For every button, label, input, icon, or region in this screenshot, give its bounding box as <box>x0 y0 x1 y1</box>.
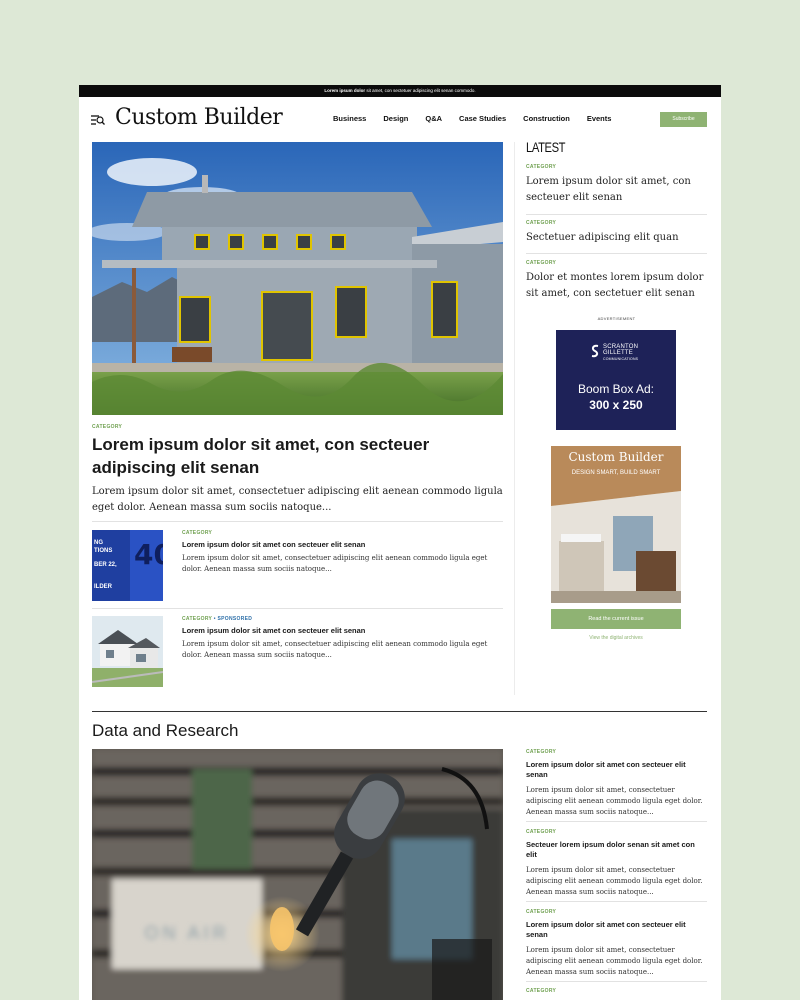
story-item[interactable]: CATEGORY • SPONSORED Lorem ipsum dolor s… <box>92 616 503 688</box>
sidebar: LATEST CATEGORY Lorem ipsum dolor sit am… <box>526 139 707 641</box>
svg-text:TIONS: TIONS <box>94 548 112 554</box>
svg-text:BER 22,: BER 22, <box>94 562 117 568</box>
story-category[interactable]: CATEGORY <box>182 530 212 536</box>
research-description: Lorem ipsum dolor sit amet, consectetuer… <box>526 786 703 816</box>
menu-search-icon[interactable] <box>91 114 105 126</box>
latest-category[interactable]: CATEGORY <box>526 164 707 170</box>
story-thumbnail[interactable] <box>92 616 163 687</box>
read-current-issue-button[interactable]: Read the current issue <box>551 609 681 629</box>
story-thumbnail[interactable]: 40 NG TIONS BER 22, ILDER <box>92 530 163 601</box>
ad-brand-line: COMMUNICATIONS <box>603 357 639 361</box>
svg-text:NG: NG <box>94 540 103 546</box>
nav-construction[interactable]: Construction <box>523 114 570 123</box>
on-air-sign: ON AIR <box>144 923 229 943</box>
research-description: Lorem ipsum dolor sit amet, consectetuer… <box>526 946 703 976</box>
data-research-image[interactable]: ON AIR <box>92 749 503 1000</box>
ad-headline: Boom Box Ad: <box>577 382 655 396</box>
research-item[interactable]: CATEGORY Lorem ipsum dolor sit amet con … <box>526 909 707 978</box>
nav-design[interactable]: Design <box>383 114 408 123</box>
divider <box>526 901 707 902</box>
latest-title[interactable]: Sectetuer adipiscing elit quan <box>526 230 707 246</box>
magazine-cover[interactable]: Custom Builder DESIGN SMART, BUILD SMART <box>551 446 681 603</box>
thumb-number: 40 <box>134 538 163 571</box>
research-category[interactable]: CATEGORY <box>526 909 707 915</box>
story-item[interactable]: 40 NG TIONS BER 22, ILDER CATEGORY Lorem… <box>92 530 503 602</box>
hero-image[interactable] <box>92 142 503 415</box>
latest-item[interactable]: CATEGORY Dolor et montes lorem ipsum dol… <box>526 260 707 302</box>
latest-heading: LATEST <box>526 139 566 155</box>
story-title[interactable]: Lorem ipsum dolor sit amet con secteuer … <box>182 540 365 549</box>
research-item[interactable]: CATEGORY Lorem ipsum dolor sit amet con … <box>526 749 707 818</box>
boom-box-ad[interactable]: SCRANTON GILLETTE COMMUNICATIONS Boom Bo… <box>556 330 676 430</box>
page: Lorem ipsum dolor sit amet, con sectetue… <box>79 85 721 1000</box>
svg-text:ILDER: ILDER <box>94 584 113 590</box>
latest-title[interactable]: Lorem ipsum dolor sit amet, con secteuer… <box>526 174 707 206</box>
research-title[interactable]: Secteuer lorem ipsum dolor senan sit ame… <box>526 840 707 860</box>
ad-size: 300 x 250 <box>589 398 643 412</box>
research-item[interactable]: CATEGORY Secteuer lorem ipsum dolor sena… <box>526 829 707 898</box>
research-title[interactable]: Lorem ipsum dolor sit amet con secteuer … <box>526 920 707 940</box>
latest-item[interactable]: CATEGORY Lorem ipsum dolor sit amet, con… <box>526 164 707 206</box>
research-description: Lorem ipsum dolor sit amet, consectetuer… <box>526 866 703 896</box>
scranton-logo-icon <box>591 344 599 358</box>
divider <box>526 981 707 982</box>
latest-category[interactable]: CATEGORY <box>526 220 707 226</box>
announcement-text: sit amet, con sectetuer adipiscing elit … <box>365 88 476 93</box>
advertisement-label: ADVERTISEMENT <box>597 316 636 321</box>
magazine-logo: Custom Builder <box>568 450 663 464</box>
story-description: Lorem ipsum dolor sit amet, consectetuer… <box>182 554 488 573</box>
story-title[interactable]: Lorem ipsum dolor sit amet con secteuer … <box>182 626 365 635</box>
data-research-heading[interactable]: Data and Research <box>92 721 238 741</box>
hero-headline[interactable]: Lorem ipsum dolor sit amet, con secteuer… <box>92 433 492 479</box>
announcement-bar: Lorem ipsum dolor sit amet, con sectetue… <box>79 85 721 97</box>
research-category[interactable]: CATEGORY <box>526 829 707 835</box>
hero-category[interactable]: CATEGORY <box>92 424 122 430</box>
divider <box>92 608 503 609</box>
nav-qa[interactable]: Q&A <box>425 114 442 123</box>
divider <box>92 521 503 522</box>
nav-events[interactable]: Events <box>587 114 612 123</box>
research-title[interactable]: Lorem ipsum dolor sit amet con secteuer … <box>526 760 707 780</box>
sponsored-label: • SPONSORED <box>212 616 253 622</box>
magazine-tagline: DESIGN SMART, BUILD SMART <box>572 470 661 476</box>
story-category[interactable]: CATEGORY • SPONSORED <box>182 616 252 622</box>
site-logo[interactable]: Custom Builder <box>115 105 283 130</box>
nav-business[interactable]: Business <box>333 114 366 123</box>
subscribe-button[interactable]: Subscribe <box>660 112 707 127</box>
nav-case-studies[interactable]: Case Studies <box>459 114 506 123</box>
hero-description: Lorem ipsum dolor sit amet, consectetuer… <box>92 486 503 513</box>
digital-archives-link[interactable]: View the digital archives <box>551 635 681 641</box>
divider <box>526 214 707 215</box>
column-divider <box>514 142 515 695</box>
research-item[interactable]: CATEGORY <box>526 988 707 994</box>
research-category[interactable]: CATEGORY <box>526 988 707 994</box>
announcement-bold: Lorem ipsum dolor <box>324 88 366 93</box>
research-category[interactable]: CATEGORY <box>526 749 707 755</box>
divider <box>526 821 707 822</box>
divider <box>526 253 707 254</box>
section-rule <box>92 711 707 712</box>
story-description: Lorem ipsum dolor sit amet, consectetuer… <box>182 640 488 659</box>
site-header: Custom Builder Business Design Q&A Case … <box>79 97 721 141</box>
latest-item[interactable]: CATEGORY Sectetuer adipiscing elit quan <box>526 220 707 246</box>
latest-category[interactable]: CATEGORY <box>526 260 707 266</box>
main-nav: Business Design Q&A Case Studies Constru… <box>333 114 628 123</box>
latest-title[interactable]: Dolor et montes lorem ipsum dolor sit am… <box>526 270 707 302</box>
